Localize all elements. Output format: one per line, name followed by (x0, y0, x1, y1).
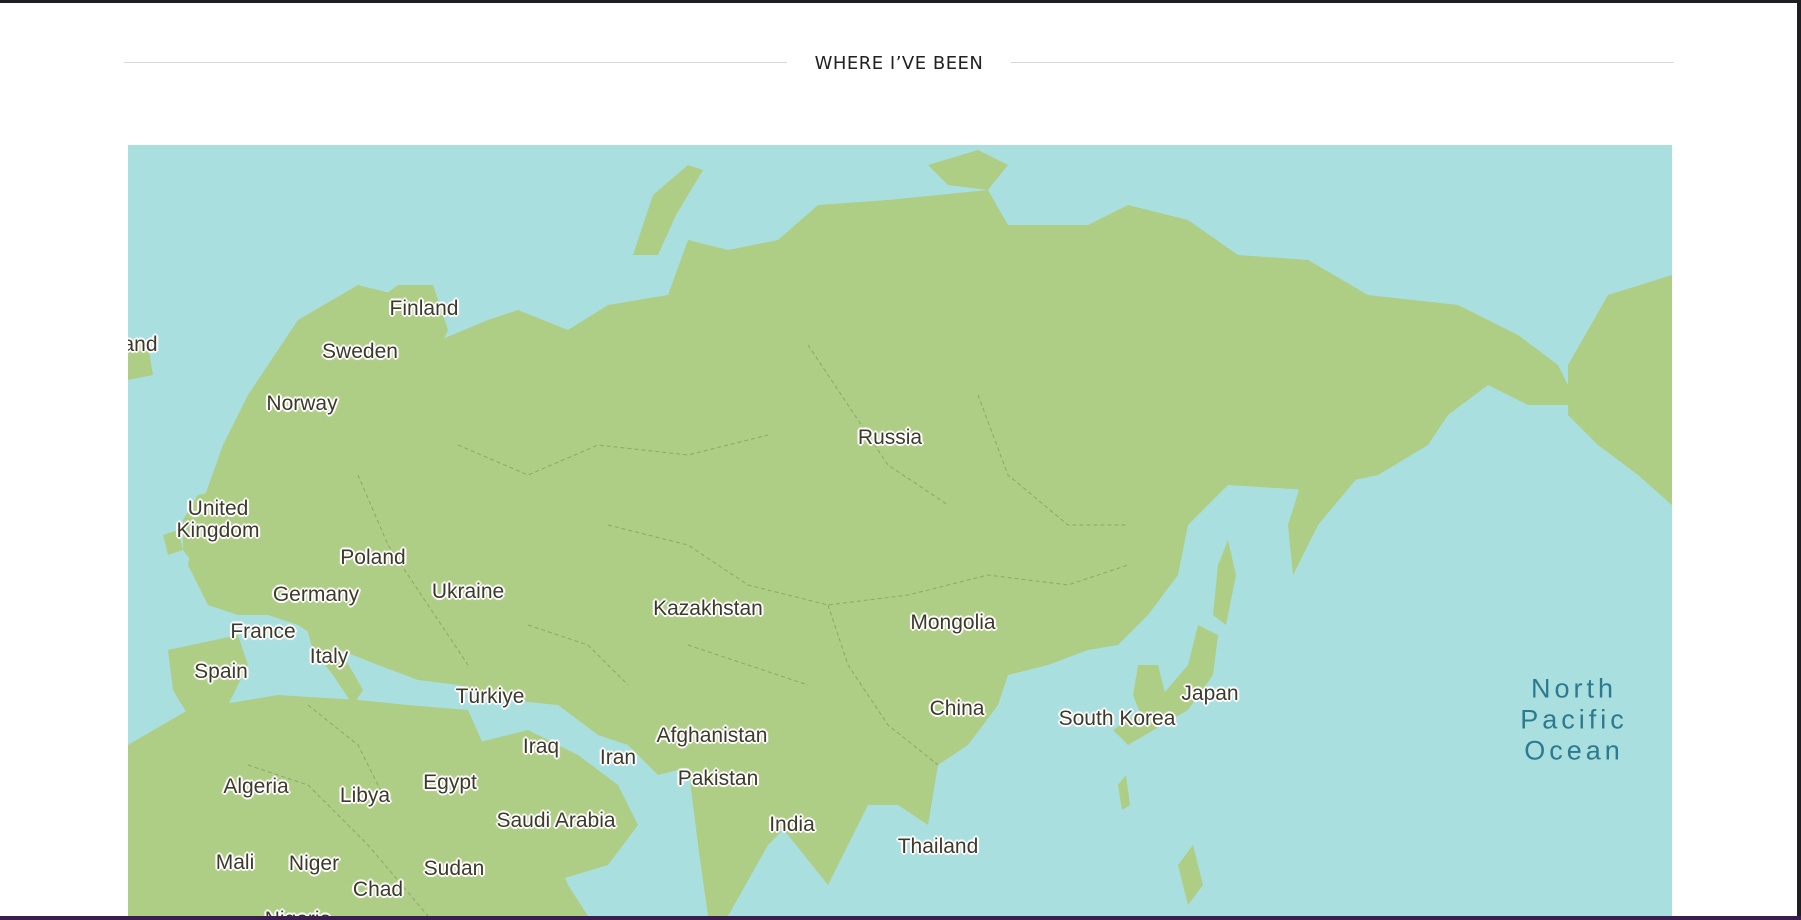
section-divider-right (1011, 62, 1674, 63)
country-label-saudi-arabia: Saudi Arabia (496, 808, 616, 832)
section-title: WHERE I’VE BEEN (814, 53, 984, 74)
country-label-mongolia: Mongolia (910, 610, 996, 634)
country-label-algeria: Algeria (223, 774, 289, 798)
country-label-afghanistan: Afghanistan (656, 723, 768, 747)
country-label-thailand: Thailand (897, 834, 979, 858)
country-label-china: China (929, 696, 985, 720)
country-label-iran: Iran (599, 745, 637, 769)
window-right-edge (1797, 0, 1801, 920)
country-label-iceland: and (128, 332, 158, 356)
ocean-label-north-pacific: North Pacific Ocean (1520, 673, 1628, 766)
country-label-sudan: Sudan (423, 856, 485, 880)
window-bottom-border (0, 916, 1801, 920)
country-label-norway: Norway (266, 391, 338, 415)
country-label-pakistan: Pakistan (677, 766, 759, 790)
travel-map[interactable]: and Finland Sweden Norway United Kingdom Pola… (128, 145, 1672, 916)
country-label-italy: Italy (309, 644, 349, 668)
country-label-finland: Finland (389, 296, 459, 320)
country-label-russia: Russia (857, 425, 923, 449)
country-label-turkiye: Türkiye (455, 684, 525, 708)
country-label-nigeria: Nigeria (265, 908, 332, 916)
country-label-japan: Japan (1181, 681, 1239, 705)
country-label-chad: Chad (352, 877, 404, 901)
country-label-iraq: Iraq (522, 734, 560, 758)
country-label-south-korea: South Korea (1058, 706, 1176, 730)
country-label-ukraine: Ukraine (431, 579, 505, 603)
country-label-egypt: Egypt (423, 770, 477, 794)
section-divider-left (124, 62, 787, 63)
country-label-kazakhstan: Kazakhstan (653, 596, 763, 620)
country-label-germany: Germany (272, 582, 360, 606)
country-label-spain: Spain (194, 659, 248, 683)
country-label-united-kingdom: United Kingdom (176, 496, 260, 542)
country-label-sweden: Sweden (322, 339, 398, 363)
country-label-libya: Libya (339, 783, 391, 807)
country-label-mali: Mali (215, 850, 255, 874)
country-label-india: India (769, 812, 815, 836)
window-top-border (0, 0, 1801, 3)
country-label-poland: Poland (340, 545, 406, 569)
country-label-france: France (230, 619, 296, 643)
country-label-niger: Niger (288, 851, 340, 875)
